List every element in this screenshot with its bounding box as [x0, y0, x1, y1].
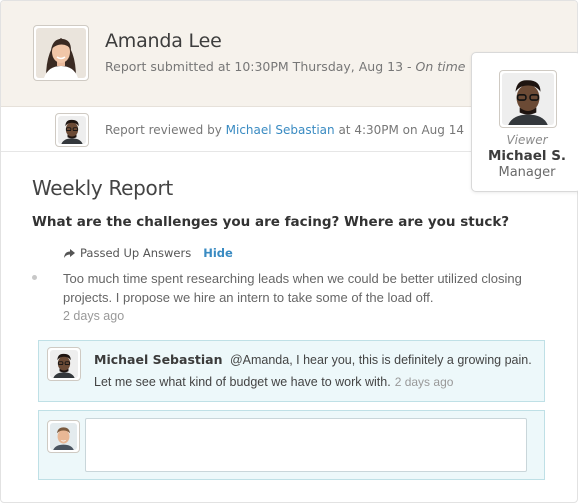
man-avatar-icon — [50, 423, 77, 450]
viewer-role: Manager — [498, 165, 556, 180]
submission-info: Report submitted at 10:30PM Thursday, Au… — [105, 59, 465, 74]
reply-input[interactable] — [85, 418, 527, 472]
passed-up-label: Passed Up Answers — [80, 246, 192, 260]
answer-text: Too much time spent researching leads wh… — [63, 271, 522, 305]
man-avatar-icon — [50, 350, 78, 378]
comment-timestamp: 2 days ago — [394, 375, 454, 389]
review-prefix: Report reviewed by — [105, 123, 226, 137]
submission-time-text: Report submitted at 10:30PM Thursday, Au… — [105, 59, 416, 74]
reply-box — [38, 410, 545, 480]
share-arrow-icon — [64, 248, 75, 258]
passed-up-row: Passed Up Answers Hide — [63, 246, 233, 260]
woman-avatar-icon — [36, 28, 86, 78]
review-suffix: at 4:30PM on Aug 14 — [334, 123, 464, 137]
submission-status: On time — [415, 59, 466, 74]
viewer-label: Viewer — [506, 133, 548, 147]
comment-text: Michael Sebastian @Amanda, I hear you, t… — [94, 349, 539, 393]
submitter-avatar[interactable] — [33, 25, 89, 81]
viewer-avatar[interactable] — [499, 70, 557, 128]
review-info: Report reviewed by Michael Sebastian at … — [105, 123, 464, 137]
report-title: Weekly Report — [32, 176, 173, 200]
comment-author[interactable]: Michael Sebastian — [94, 352, 222, 367]
current-user-avatar — [47, 420, 80, 453]
comment-box: Michael Sebastian @Amanda, I hear you, t… — [38, 340, 545, 402]
commenter-avatar[interactable] — [47, 347, 81, 381]
viewer-name: Michael S. — [487, 148, 567, 164]
answer-timestamp: 2 days ago — [63, 309, 125, 323]
reviewer-link[interactable]: Michael Sebastian — [226, 123, 335, 137]
hide-button[interactable]: Hide — [203, 246, 233, 260]
reviewer-avatar[interactable] — [55, 113, 89, 147]
viewer-card: Viewer Michael S. Manager — [471, 52, 578, 192]
answer-bullet — [32, 275, 37, 280]
report-question: What are the challenges you are facing? … — [32, 214, 510, 230]
man-avatar-icon — [502, 73, 554, 125]
man-avatar-icon — [58, 116, 86, 144]
submitter-name: Amanda Lee — [105, 30, 222, 52]
